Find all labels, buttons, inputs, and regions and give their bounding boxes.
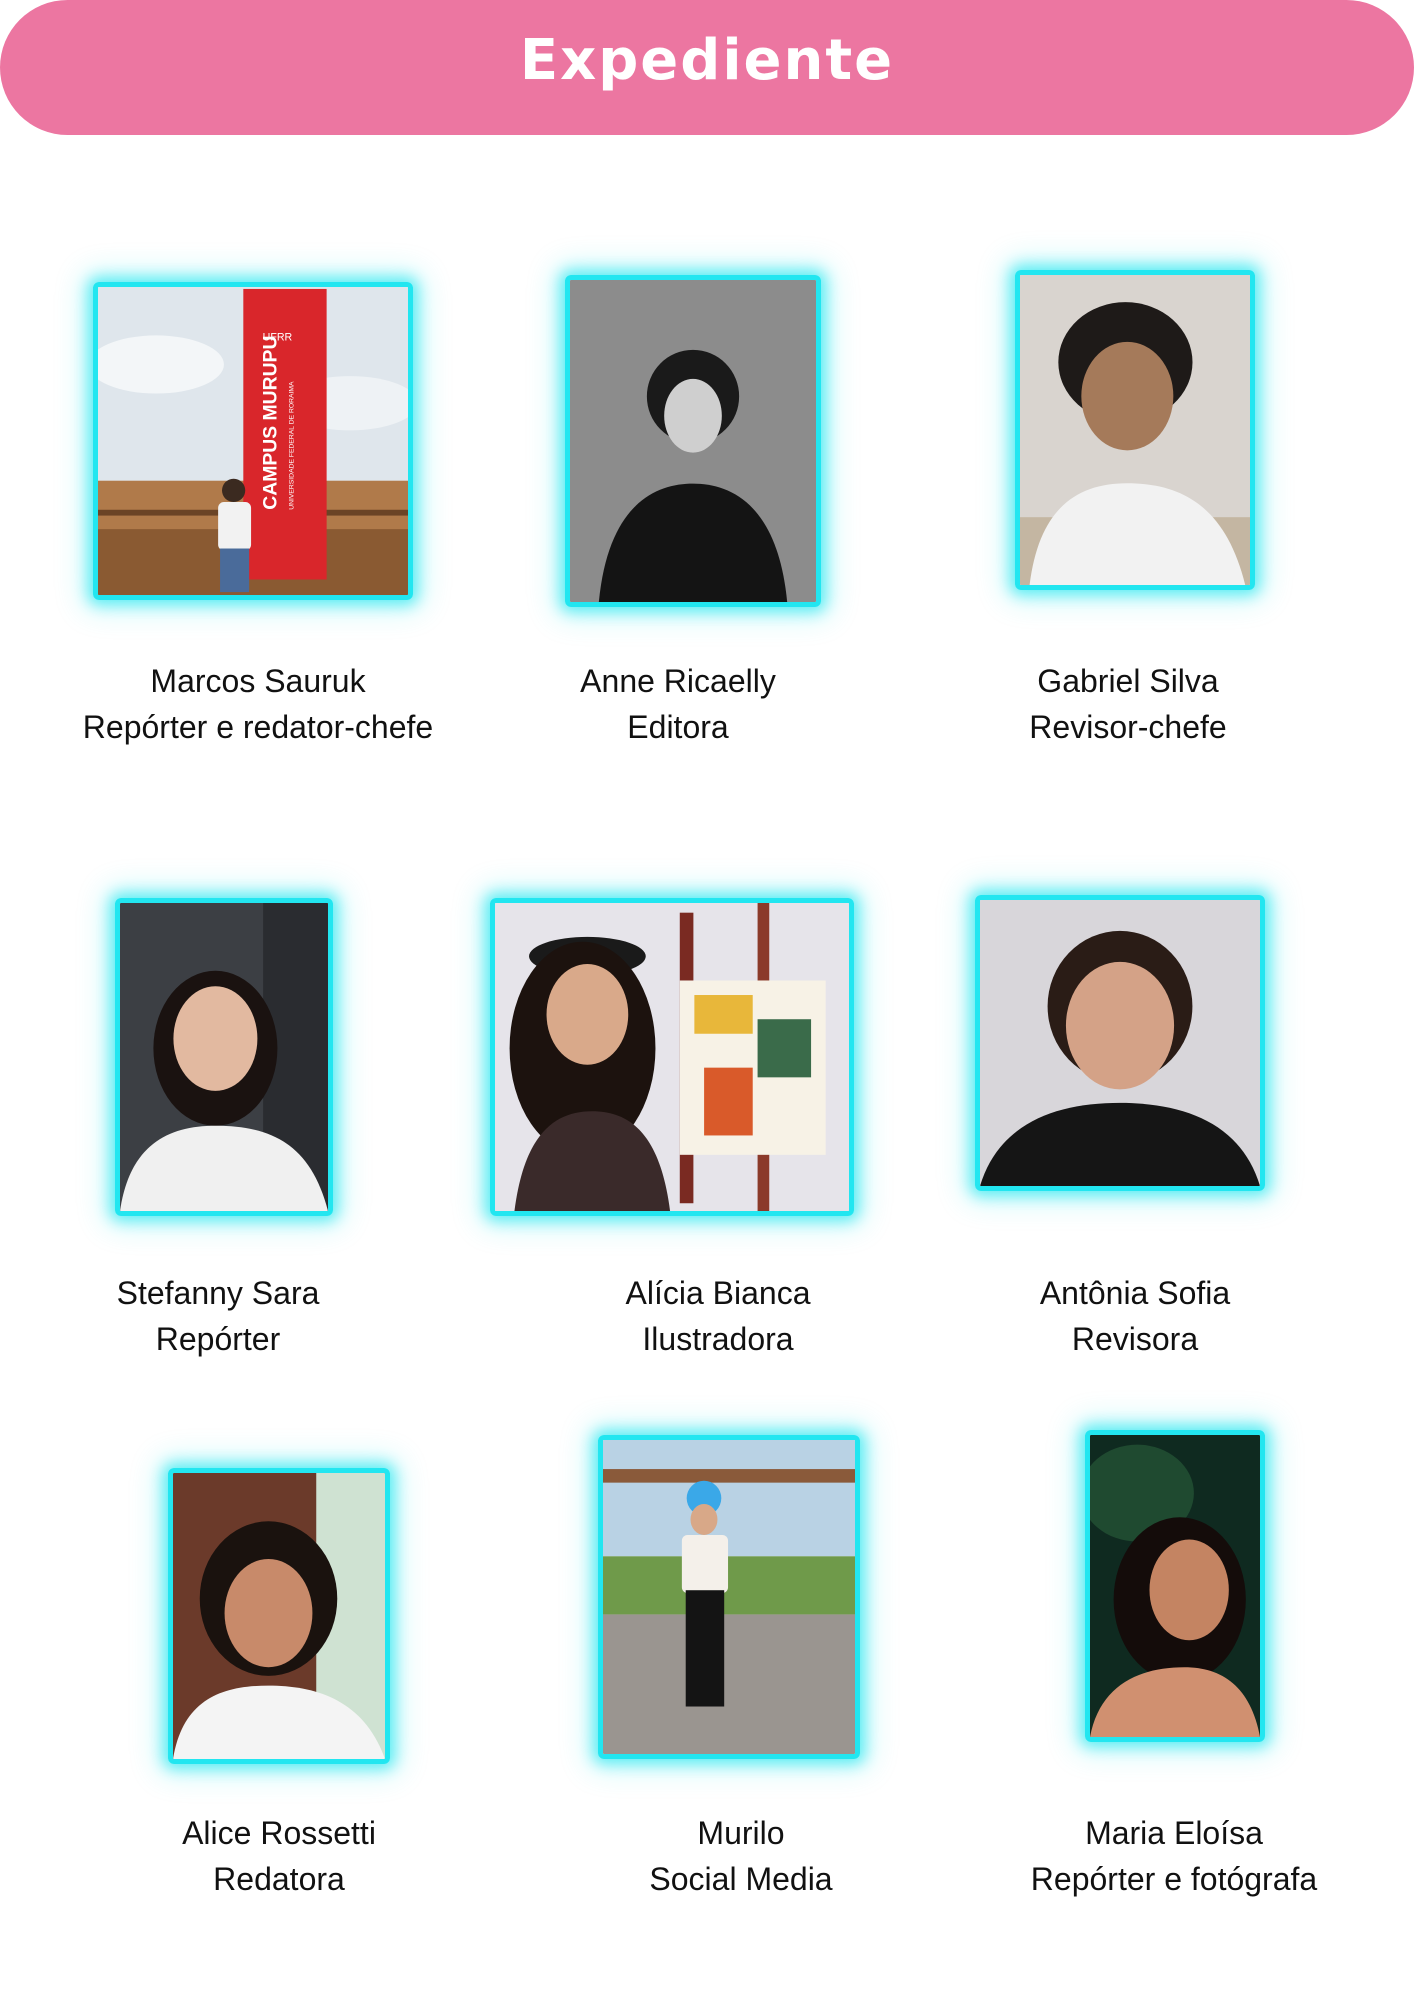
member-role: Social Media xyxy=(649,1861,833,1897)
member-role: Editora xyxy=(627,709,729,745)
member-name: Alícia Bianca xyxy=(625,1275,811,1311)
member-caption: Alícia Bianca Ilustradora xyxy=(626,1270,811,1362)
member-name: Gabriel Silva xyxy=(1037,663,1219,699)
member-role: Revisora xyxy=(1071,1321,1199,1357)
member-name: Anne Ricaelly xyxy=(580,663,776,699)
member-name: Maria Eloísa xyxy=(1085,1815,1263,1851)
member-caption: Alice Rossetti Redatora xyxy=(182,1810,376,1902)
member-name: Antônia Sofia xyxy=(1039,1275,1231,1311)
member-name: Marcos Sauruk xyxy=(150,663,366,699)
member-role: Repórter e redator-chefe xyxy=(82,709,434,745)
member-caption: Marcos Sauruk Repórter e redator-chefe xyxy=(83,658,433,750)
member-name: Stefanny Sara xyxy=(116,1275,320,1311)
photo-stefanny-sara xyxy=(115,898,333,1216)
member-role: Revisor-chefe xyxy=(1029,709,1227,745)
header-banner: Expediente xyxy=(0,0,1414,135)
photo-anne-ricaelly xyxy=(565,275,821,607)
member-name: Alice Rossetti xyxy=(182,1815,376,1851)
photo-alice-rossetti xyxy=(168,1468,390,1764)
sign-main-text: CAMPUS MURUPU xyxy=(259,336,281,510)
page-title: Expediente xyxy=(519,28,895,93)
member-caption: Anne Ricaelly Editora xyxy=(580,658,776,750)
photo-antonia-sofia xyxy=(975,895,1265,1191)
member-caption: Murilo Social Media xyxy=(649,1810,832,1902)
member-name: Murilo xyxy=(697,1815,785,1851)
sign-sub-text: UNIVERSIDADE FEDERAL DE RORAIMA xyxy=(289,381,296,510)
member-role: Redatora xyxy=(213,1861,345,1897)
photo-gabriel-silva xyxy=(1015,270,1255,590)
member-caption: Antônia Sofia Revisora xyxy=(1040,1270,1230,1362)
photo-maria-eloisa xyxy=(1085,1430,1265,1742)
photo-marcos-sauruk: UFRR CAMPUS MURUPU UNIVERSIDADE FEDERAL … xyxy=(93,282,413,600)
member-caption: Maria Eloísa Repórter e fotógrafa xyxy=(1031,1810,1317,1902)
member-caption: Gabriel Silva Revisor-chefe xyxy=(1029,658,1226,750)
photo-alicia-bianca xyxy=(490,898,854,1216)
member-role: Repórter e fotógrafa xyxy=(1030,1861,1318,1897)
photo-murilo xyxy=(598,1435,860,1759)
member-role: Repórter xyxy=(155,1321,281,1357)
member-role: Ilustradora xyxy=(642,1321,794,1357)
member-caption: Stefanny Sara Repórter xyxy=(117,1270,320,1362)
